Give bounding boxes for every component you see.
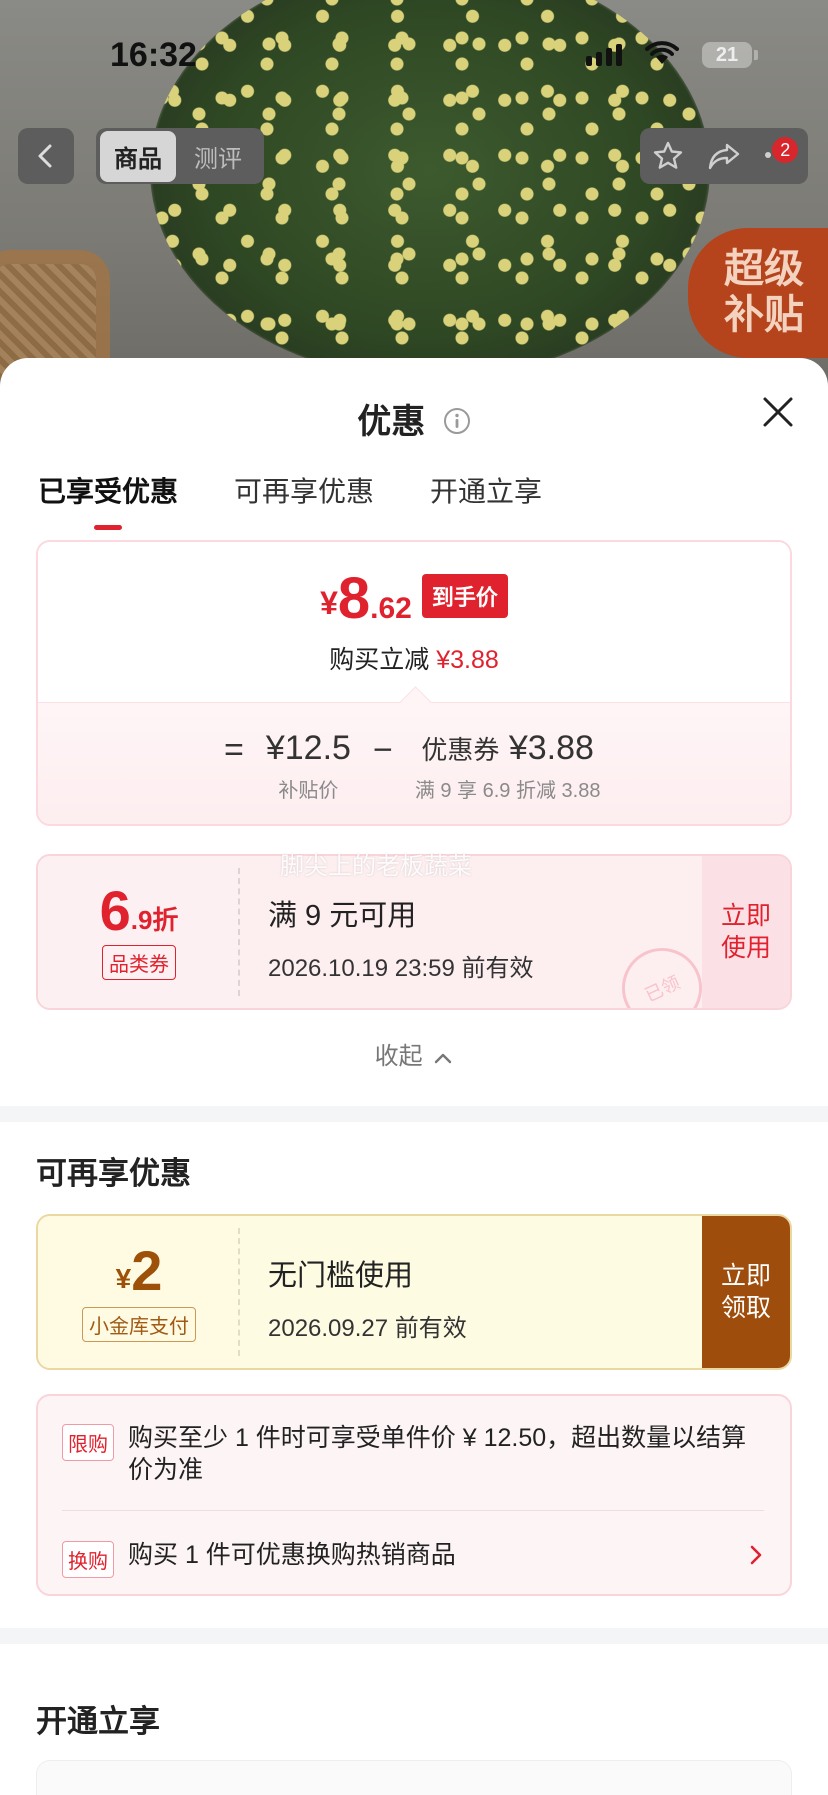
close-icon[interactable] bbox=[758, 392, 798, 432]
base-price: ¥12.5 补贴价 bbox=[266, 729, 351, 803]
base-price-label: 补贴价 bbox=[278, 780, 339, 802]
minus-sign: − bbox=[372, 731, 393, 769]
discount-value: 6 .9折 bbox=[99, 878, 179, 942]
price-formula-area: = ¥12.5 补贴价 − 优惠券 ¥3.88 满 9 享 6.9 折减 3.8… bbox=[38, 702, 790, 824]
currency-symbol: ¥ bbox=[115, 1262, 132, 1294]
use-now-button[interactable]: 立即 使用 bbox=[702, 856, 790, 1008]
coupon-prefix: 优惠券 bbox=[421, 735, 500, 765]
currency-symbol: ¥ bbox=[320, 585, 338, 621]
subsidy-line-2: 补贴 bbox=[724, 293, 804, 337]
cellular-signal-icon bbox=[586, 44, 622, 66]
coupon-type-tag: 品类券 bbox=[102, 944, 176, 980]
subsidy-line-1: 超级 bbox=[724, 247, 804, 291]
coupon-condition: 无门槛使用 bbox=[268, 1260, 414, 1292]
coupon-value-area: ¥ 2 小金库支付 bbox=[38, 1216, 240, 1368]
claim-now-line-1: 立即 bbox=[720, 1262, 771, 1290]
price-integer: 8 bbox=[337, 566, 371, 631]
super-subsidy-badge: 超级 补贴 bbox=[688, 228, 828, 358]
instant-reduce: 购买立减 ¥3.88 bbox=[38, 640, 790, 676]
info-icon[interactable] bbox=[443, 405, 471, 444]
purchase-rules: 限购 购买至少 1 件时可享受单件价 ¥ 12.50，超出数量以结算价为准 换购… bbox=[36, 1394, 792, 1596]
claim-now-line-2: 领取 bbox=[720, 1294, 771, 1322]
final-price: ¥ 8 .62 到手价 bbox=[38, 570, 790, 628]
coupon-deduction: 优惠券 ¥3.88 满 9 享 6.9 折减 3.88 bbox=[415, 729, 601, 803]
rule-text: 购买至少 1 件时可享受单件价 ¥ 12.50，超出数量以结算价为准 bbox=[128, 1424, 747, 1484]
discount-tabs: 已享受优惠 可再享优惠 开通立享 bbox=[38, 470, 542, 530]
rule-tag: 限购 bbox=[62, 1424, 114, 1461]
coupon-desc: 满 9 享 6.9 折减 3.88 bbox=[414, 780, 601, 802]
collapse-button[interactable]: 收起 bbox=[0, 1036, 828, 1071]
final-price-tag: 到手价 bbox=[421, 574, 508, 618]
amount-value: 2 bbox=[131, 1238, 163, 1302]
top-nav: 商品 测评 2 bbox=[0, 128, 828, 184]
coupon-value-area: 6 .9折 品类券 bbox=[38, 856, 240, 1008]
collapse-label: 收起 bbox=[374, 1043, 423, 1070]
limit-rule: 限购 购买至少 1 件时可享受单件价 ¥ 12.50，超出数量以结算价为准 bbox=[62, 1422, 764, 1486]
tab-open[interactable]: 开通立享 bbox=[430, 470, 542, 510]
section-divider bbox=[0, 1106, 828, 1122]
final-price-area: ¥ 8 .62 到手价 购买立减 ¥3.88 bbox=[38, 542, 790, 702]
instant-reduce-label: 购买立减 bbox=[329, 646, 430, 674]
treasury-coupon: ¥ 2 小金库支付 无门槛使用 2026.09.27 前有效 立即 领取 bbox=[36, 1214, 792, 1370]
discount-small: .9折 bbox=[130, 904, 179, 935]
star-icon[interactable] bbox=[652, 140, 684, 172]
equals-sign: = bbox=[224, 731, 244, 769]
instant-reduce-value: ¥3.88 bbox=[436, 646, 499, 674]
watermark: 脚尖上的老板蔬菜 bbox=[280, 853, 472, 880]
discount-sheet: 优惠 已享受优惠 可再享优惠 开通立享 ¥ 8 .62 到手价 购买立减 ¥3.… bbox=[0, 358, 828, 1795]
share-icon[interactable] bbox=[707, 141, 741, 171]
open-now-title: 开通立享 bbox=[36, 1704, 160, 1739]
coupon-info: 无门槛使用 2026.09.27 前有效 bbox=[240, 1216, 702, 1368]
coupon-type-tag: 小金库支付 bbox=[82, 1306, 196, 1342]
coupon-amount: ¥ 2 bbox=[115, 1238, 163, 1302]
chevron-up-icon bbox=[435, 1053, 452, 1063]
claim-now-button[interactable]: 立即 领取 bbox=[702, 1216, 790, 1368]
base-price-value: ¥12.5 bbox=[265, 729, 351, 767]
exchange-rule[interactable]: 换购 购买 1 件可优惠换购热销商品 bbox=[62, 1539, 764, 1578]
tab-product[interactable]: 商品 bbox=[100, 130, 176, 182]
rule-divider bbox=[62, 1510, 764, 1511]
status-time: 16:32 bbox=[110, 36, 197, 74]
sheet-header: 优惠 bbox=[0, 394, 828, 444]
price-breakdown-card: ¥ 8 .62 到手价 购买立减 ¥3.88 = ¥12.5 补贴价 − 优惠券… bbox=[36, 540, 792, 826]
use-now-line-1: 立即 bbox=[720, 902, 771, 930]
claimed-stamp: 已领 bbox=[608, 934, 716, 1008]
more-button[interactable]: 2 bbox=[764, 137, 799, 165]
price-decimal: .62 bbox=[370, 592, 412, 625]
chevron-left-icon bbox=[38, 144, 52, 168]
section-divider bbox=[0, 1628, 828, 1644]
rule-text: 购买 1 件可优惠换购热销商品 bbox=[128, 1541, 456, 1569]
status-bar: 16:32 21 bbox=[0, 0, 828, 110]
open-now-card bbox=[36, 1760, 792, 1795]
coupon-value: ¥3.88 bbox=[508, 729, 594, 767]
price-formula: = ¥12.5 补贴价 − 优惠券 ¥3.88 满 9 享 6.9 折减 3.8… bbox=[224, 729, 600, 803]
chevron-right-icon bbox=[750, 1545, 762, 1565]
battery-icon: 21 bbox=[702, 42, 758, 68]
nav-segment: 商品 测评 bbox=[96, 128, 264, 184]
sheet-title: 优惠 bbox=[357, 403, 426, 441]
coupon-condition: 满 9 元可用 bbox=[268, 900, 417, 932]
discount-big: 6 bbox=[99, 878, 131, 942]
more-discounts-title: 可再享优惠 bbox=[36, 1156, 191, 1191]
nav-actions: 2 bbox=[640, 128, 808, 184]
back-button[interactable] bbox=[18, 128, 74, 184]
wifi-icon bbox=[645, 41, 679, 64]
rule-tag: 换购 bbox=[62, 1541, 114, 1578]
tab-enjoyed[interactable]: 已享受优惠 bbox=[38, 470, 178, 530]
tab-review[interactable]: 测评 bbox=[176, 131, 260, 182]
coupon-validity: 2026.09.27 前有效 bbox=[268, 1315, 467, 1342]
use-now-line-2: 使用 bbox=[720, 934, 771, 962]
tab-more[interactable]: 可再享优惠 bbox=[234, 470, 374, 510]
